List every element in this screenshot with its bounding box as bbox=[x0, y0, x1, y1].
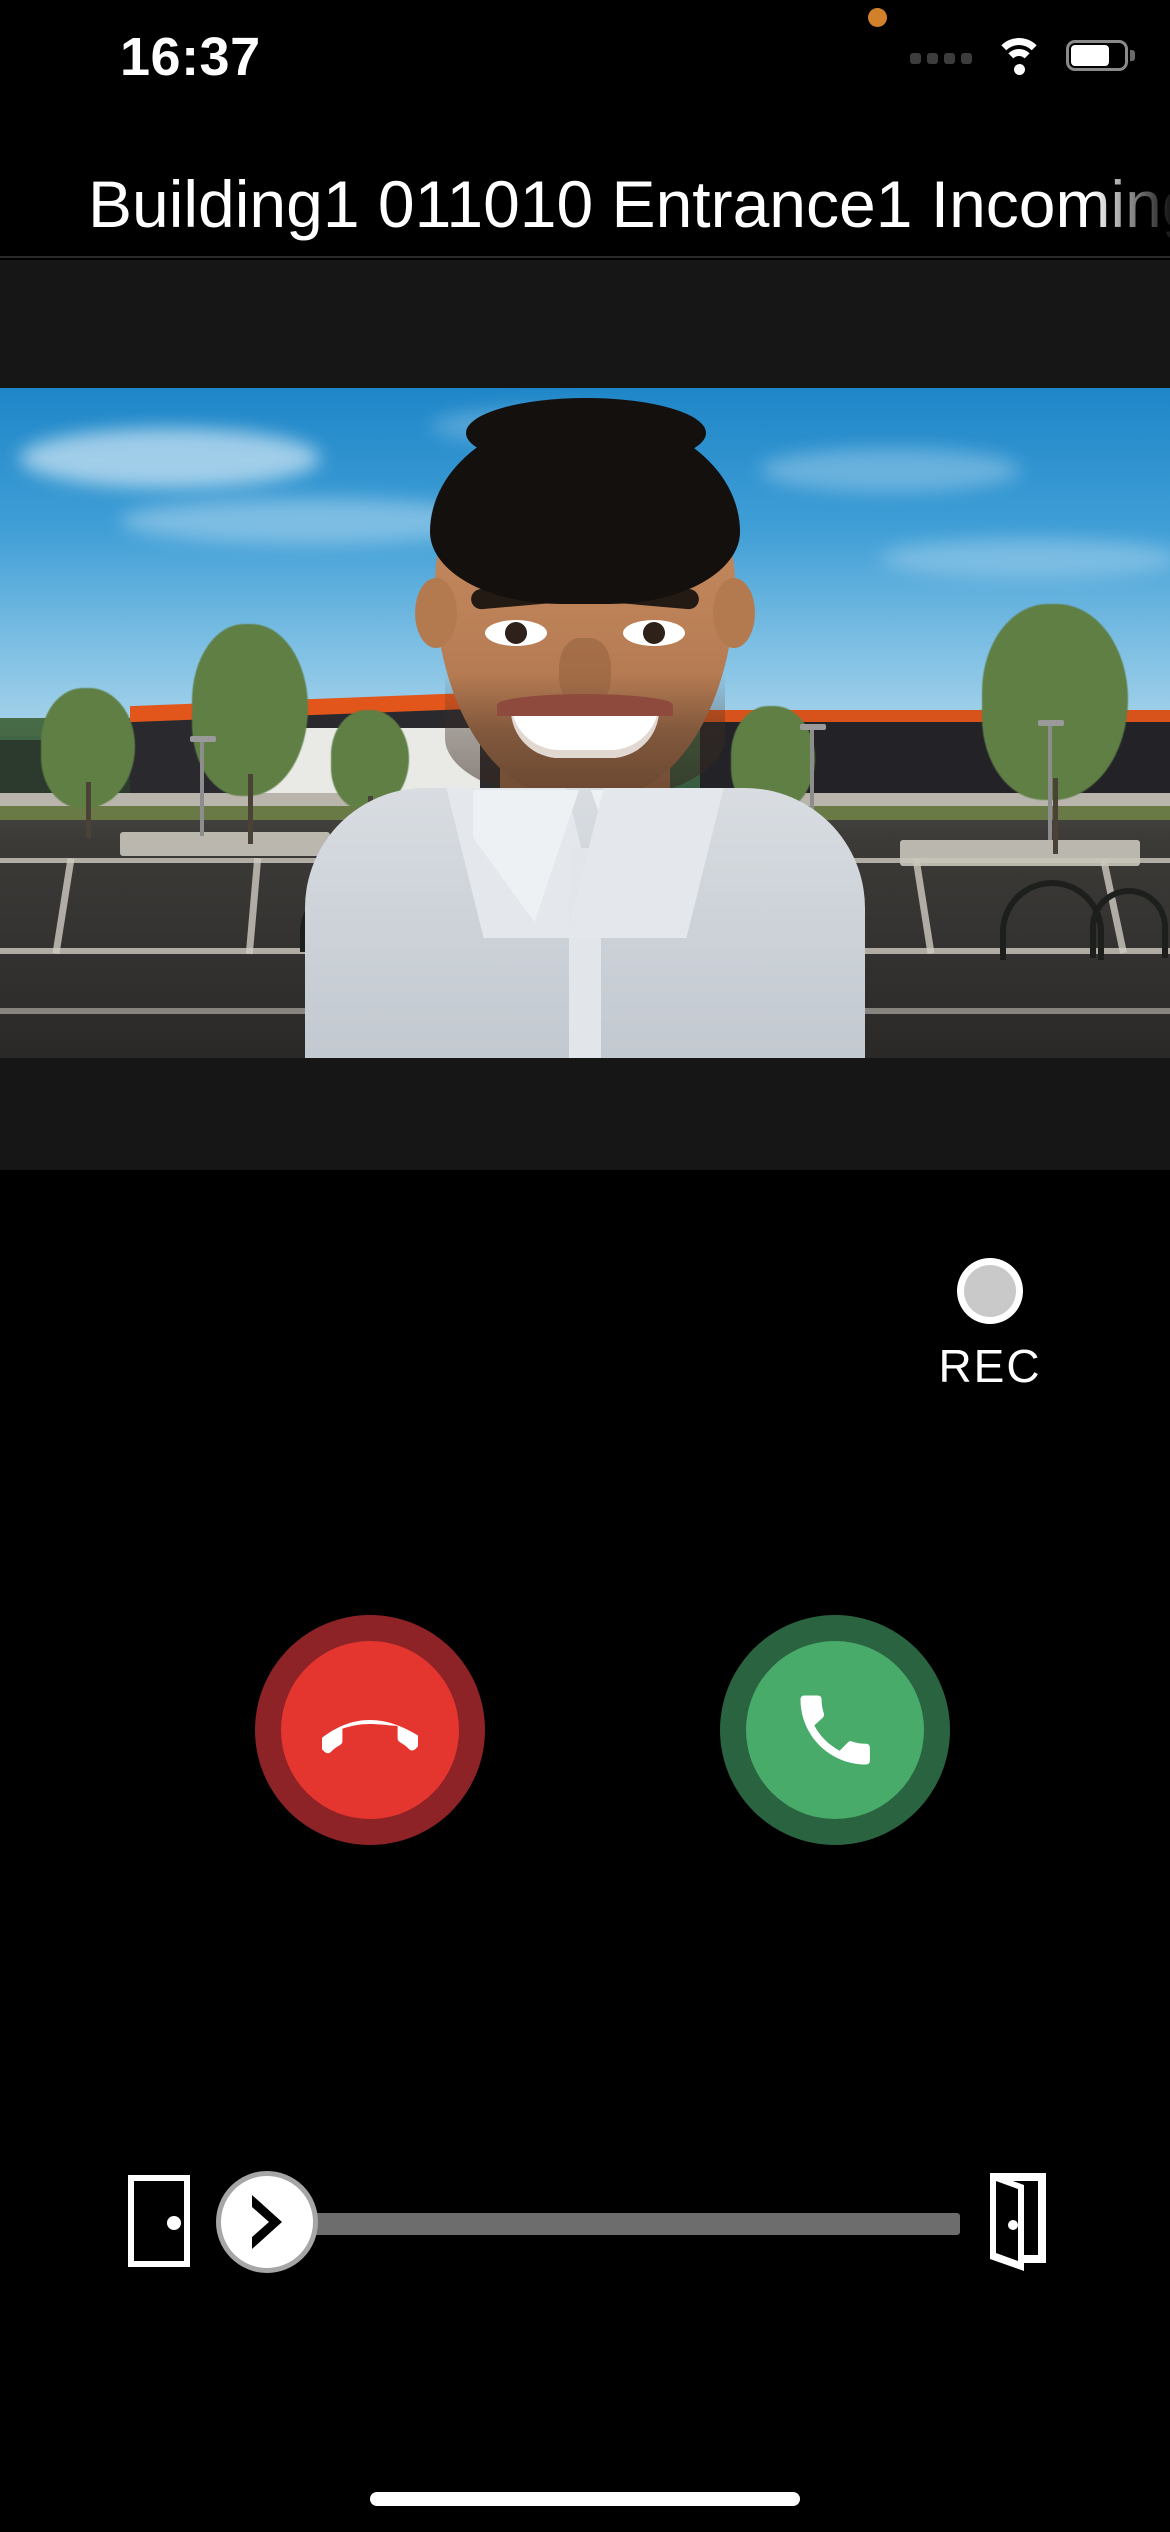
eye bbox=[485, 620, 547, 646]
lamp-post bbox=[190, 736, 216, 836]
home-indicator[interactable] bbox=[370, 2492, 800, 2506]
status-bar-icons bbox=[910, 30, 1135, 80]
tree bbox=[980, 604, 1130, 854]
ear bbox=[415, 578, 457, 648]
door-closed-icon bbox=[128, 2175, 190, 2272]
lamp-post bbox=[1038, 720, 1064, 840]
bike-rack bbox=[1090, 888, 1168, 958]
door-slider-knob[interactable] bbox=[216, 2171, 318, 2273]
shirt bbox=[305, 788, 865, 1058]
rec-led-icon bbox=[964, 1265, 1016, 1317]
wifi-icon bbox=[994, 36, 1044, 75]
status-bar-clock: 16:37 bbox=[120, 27, 261, 87]
recording-indicator: REC bbox=[930, 1265, 1050, 1393]
rec-label: REC bbox=[938, 1340, 1042, 1392]
battery-icon bbox=[1066, 39, 1135, 71]
phone-screen: 16:37 Building1 011010 Entrance1 Incomin… bbox=[0, 0, 1170, 2532]
door-slider-track[interactable] bbox=[290, 2213, 960, 2235]
collar bbox=[591, 790, 697, 922]
shirt-placket bbox=[569, 848, 601, 1058]
answer-call-button-inner bbox=[746, 1641, 924, 1819]
ear bbox=[713, 578, 755, 648]
visitor-portrait bbox=[305, 388, 865, 1058]
tree bbox=[190, 624, 310, 844]
microphone-in-use-indicator-dot bbox=[868, 8, 887, 27]
eye bbox=[623, 620, 685, 646]
page-title: Building1 011010 Entrance1 Incoming call bbox=[88, 167, 1170, 241]
decline-call-button-inner bbox=[281, 1641, 459, 1819]
collar bbox=[473, 790, 579, 922]
hair bbox=[430, 398, 740, 604]
video-stage bbox=[0, 260, 1170, 1170]
decline-call-button[interactable] bbox=[255, 1615, 485, 1845]
status-bar: 16:37 bbox=[0, 0, 1170, 130]
phone-handset-icon bbox=[800, 1695, 870, 1765]
cloud bbox=[20, 428, 320, 488]
cloud bbox=[880, 538, 1170, 578]
header-divider bbox=[0, 256, 1170, 258]
header-bar: Building1 011010 Entrance1 Incoming call bbox=[0, 150, 1170, 258]
tree bbox=[40, 688, 136, 838]
phone-hangup-icon bbox=[322, 1720, 418, 1754]
smiling-mouth bbox=[497, 694, 673, 758]
cellular-signal-icon bbox=[910, 46, 972, 64]
door-open-icon bbox=[980, 2167, 1056, 2276]
video-feed[interactable] bbox=[0, 388, 1170, 1058]
chevron-right-icon bbox=[252, 2195, 282, 2249]
answer-call-button[interactable] bbox=[720, 1615, 950, 1845]
shirt-button bbox=[576, 906, 594, 928]
door-release-slider[interactable] bbox=[0, 2165, 1170, 2275]
call-controls bbox=[0, 1615, 1170, 1845]
